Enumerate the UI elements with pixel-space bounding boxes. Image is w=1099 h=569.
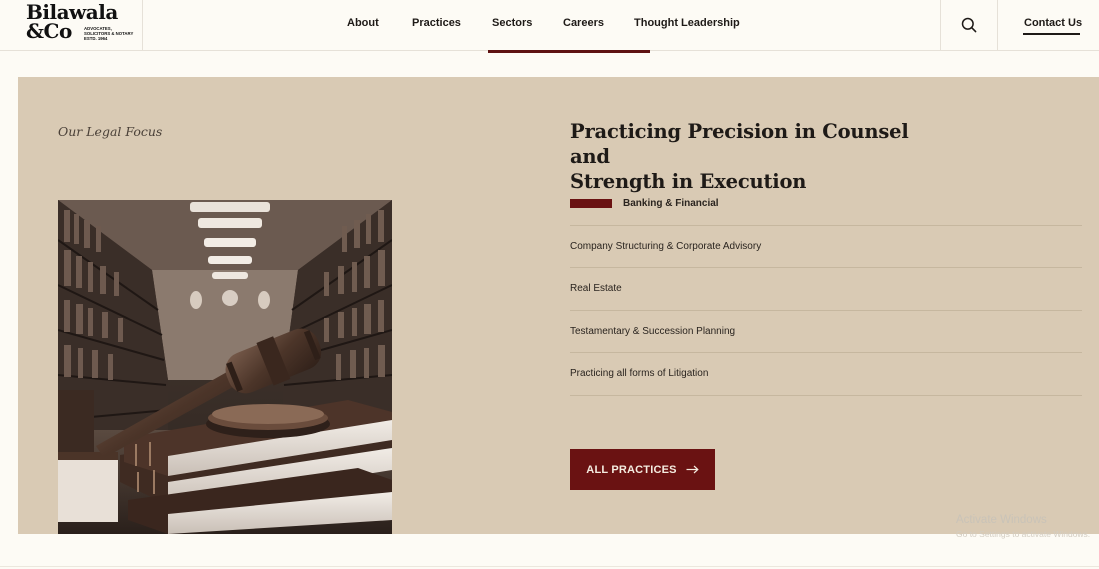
- practice-item-testamentary[interactable]: Testamentary & Succession Planning: [570, 311, 1082, 353]
- nav-active-indicator: [488, 50, 650, 53]
- nav-sectors[interactable]: Sectors: [492, 17, 532, 29]
- search-icon: [961, 17, 977, 33]
- practice-label: Real Estate: [570, 283, 622, 295]
- gavel-illustration: [58, 200, 392, 534]
- all-practices-button[interactable]: ALL PRACTICES: [570, 449, 715, 490]
- nav-careers[interactable]: Careers: [563, 17, 604, 29]
- practice-label: Company Structuring & Corporate Advisory: [570, 240, 762, 252]
- nav-about[interactable]: About: [347, 17, 379, 29]
- logo-tagline: ADVOCATES, SOLICITORS & NOTARY ESTD. 196…: [84, 26, 133, 41]
- logo-tagline-line3: ESTD. 1964: [84, 36, 108, 41]
- nav-practices[interactable]: Practices: [412, 17, 461, 29]
- headline-line1: Practicing Precision in Counsel and: [570, 120, 909, 168]
- activate-windows-title: Activate Windows: [956, 514, 1047, 526]
- contact-underline: [1023, 33, 1080, 35]
- section-label: Our Legal Focus: [58, 124, 163, 139]
- practice-item-real-estate[interactable]: Real Estate: [570, 268, 1082, 311]
- active-marker: [570, 199, 612, 209]
- practice-item-company-structuring[interactable]: Company Structuring & Corporate Advisory: [570, 226, 1082, 268]
- activate-windows-subtitle: Go to Settings to activate Windows.: [956, 529, 1091, 539]
- practice-label: Practicing all forms of Litigation: [570, 368, 709, 380]
- legal-focus-section: Our Legal Focus Practicing Precision in …: [18, 77, 1099, 534]
- practice-item-banking-financial[interactable]: Banking & Financial: [570, 183, 1082, 226]
- contact-us-link[interactable]: Contact Us: [1024, 17, 1082, 29]
- all-practices-label: ALL PRACTICES: [586, 463, 677, 476]
- arrow-right-icon: [686, 465, 699, 474]
- practice-label: Banking & Financial: [623, 198, 719, 210]
- practice-label: Testamentary & Succession Planning: [570, 325, 736, 337]
- nav-thought-leadership[interactable]: Thought Leadership: [634, 17, 740, 29]
- site-header: Bilawala &Co ADVOCATES, SOLICITORS & NOT…: [0, 0, 1099, 51]
- footer-divider: [0, 566, 1099, 567]
- practice-list: Banking & Financial Company Structuring …: [570, 183, 1082, 396]
- gavel-books-image: [58, 200, 392, 534]
- practice-item-litigation[interactable]: Practicing all forms of Litigation: [570, 353, 1082, 396]
- search-button[interactable]: [940, 0, 998, 50]
- logo[interactable]: Bilawala &Co ADVOCATES, SOLICITORS & NOT…: [0, 0, 143, 50]
